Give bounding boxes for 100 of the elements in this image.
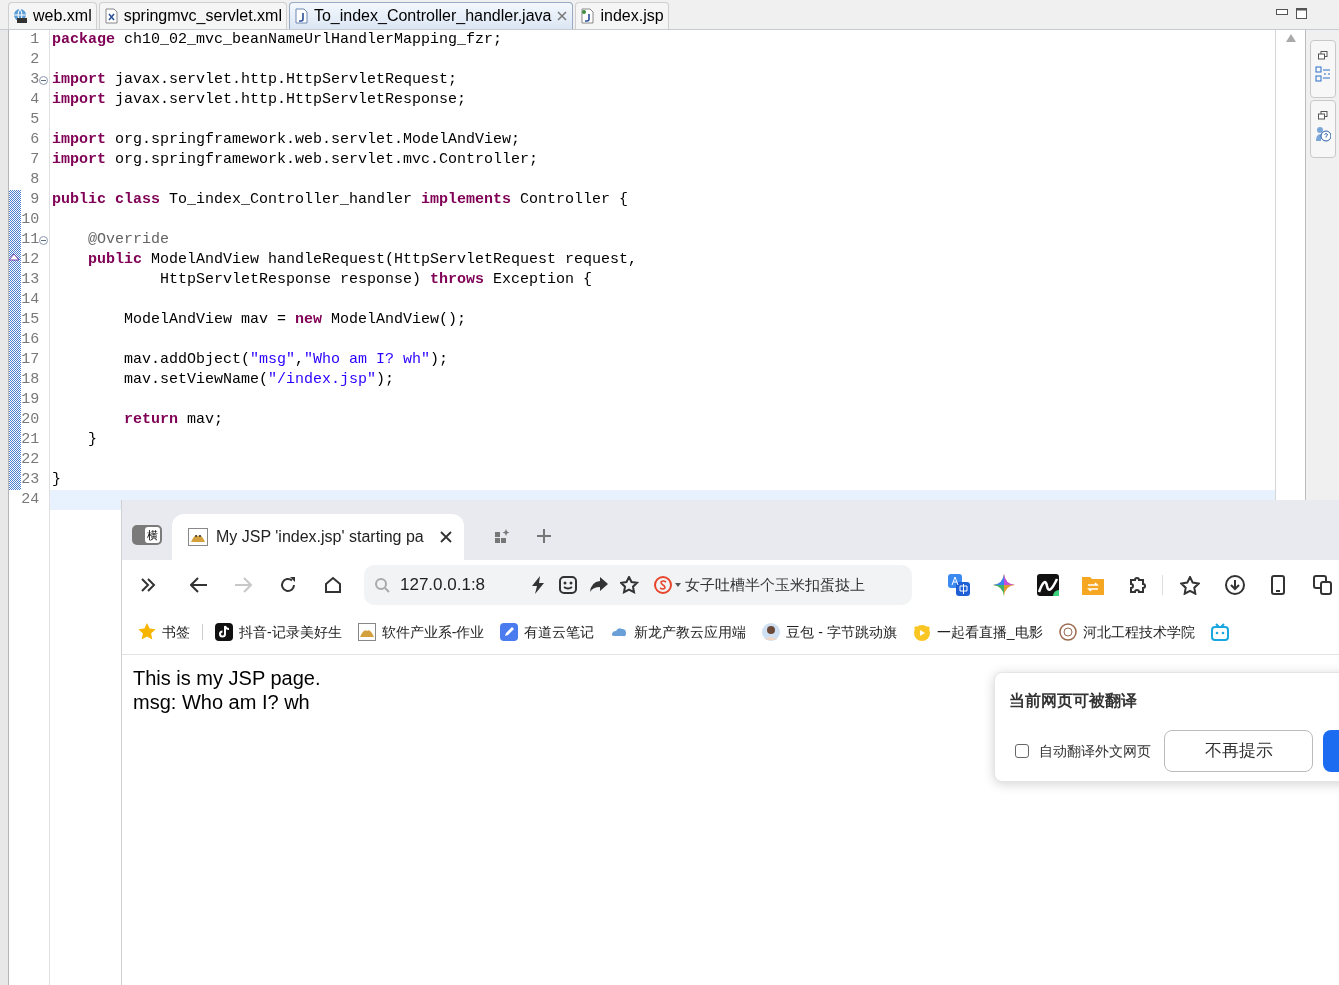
editor-tab[interactable]: springmvc_servlet.xml (98, 2, 287, 29)
line-number: 3 (29, 70, 40, 90)
tab-grid-icon[interactable] (494, 528, 510, 544)
phone-icon[interactable] (1271, 575, 1285, 595)
page-text: msg: Who am I? wh (133, 690, 310, 714)
line-number: 2 (29, 50, 40, 70)
more-chevron-icon[interactable] (140, 578, 156, 592)
code-line: public class To_index_Controller_handler implements Controller { (51, 190, 630, 210)
line-number: 9 (29, 190, 40, 210)
code-line: import javax.servlet.http.HttpServletRequest; (51, 70, 459, 90)
bookmark[interactable]: 一起看直播_电影 (912, 621, 1043, 643)
lightning-icon[interactable] (530, 576, 546, 594)
xml-file-icon (103, 8, 119, 24)
music-note-icon (215, 623, 233, 641)
popup-title: 当前网页可被翻译 (1009, 691, 1138, 711)
line-number: 15 (20, 310, 40, 330)
line-number: 17 (20, 350, 40, 370)
add-favorite-icon[interactable] (620, 576, 640, 594)
code-line: } (51, 470, 62, 490)
restore-icon[interactable] (1317, 111, 1328, 120)
line-number: 19 (20, 390, 40, 410)
code-line: ModelAndView mav = new ModelAndView(); (123, 310, 468, 330)
tv-icon (1210, 623, 1229, 641)
fold-collapse-icon[interactable] (39, 75, 49, 85)
code-line: public ModelAndView handleRequest(HttpServletRequest request, (87, 250, 639, 270)
line-number: 12 (20, 250, 40, 270)
bookmark[interactable]: 抖音-记录美好生 (215, 621, 342, 643)
smiley-icon[interactable] (559, 576, 577, 594)
bookmark[interactable]: 河北工程技术学院 (1058, 621, 1195, 643)
line-number: 4 (29, 90, 40, 110)
line-number: 13 (20, 270, 40, 290)
editor-tab[interactable]: To_index_Controller_handler.java (288, 2, 574, 29)
page-text: This is my JSP page. (133, 666, 321, 690)
code-line: } (87, 430, 98, 450)
line-number: 11 (20, 230, 40, 250)
sparkle-icon[interactable] (993, 574, 1015, 596)
search-engine-icon[interactable] (654, 576, 682, 594)
line-number: 1 (29, 30, 40, 50)
close-icon[interactable] (440, 531, 452, 543)
maximize-icon[interactable] (1296, 8, 1307, 19)
code-line: mav.addObject("msg","Who am I? wh"); (123, 350, 450, 370)
code-line: mav.setViewName("/index.jsp"); (123, 370, 396, 390)
outline-icon[interactable] (1314, 66, 1331, 82)
line-number: 8 (29, 170, 40, 190)
minimize-icon[interactable] (1276, 9, 1288, 15)
line-number: 18 (20, 370, 40, 390)
fold-collapse-icon[interactable] (39, 235, 49, 245)
line-number: 20 (20, 410, 40, 430)
pencil-note-icon (500, 623, 519, 641)
signature-app-icon[interactable] (1037, 574, 1059, 596)
tiger-play-icon (912, 623, 931, 641)
address-bar[interactable]: 127.0.0.1:8 女子吐槽半个玉米扣蛋挞上 (364, 565, 912, 605)
globe-file-icon (13, 8, 28, 24)
code-line: import org.springframework.web.servlet.ModelAndView; (51, 130, 522, 150)
bookmark[interactable]: 有道云笔记 (500, 621, 595, 643)
line-number: 22 (20, 450, 40, 470)
code-line: @Override (87, 230, 171, 250)
bookmark[interactable]: 豆包 - 字节跳动旗 (762, 621, 897, 643)
share-icon[interactable] (589, 576, 609, 594)
star-icon[interactable] (1180, 575, 1200, 595)
bookmark[interactable]: 新龙产教云应用端 (610, 621, 747, 643)
help-person-icon[interactable] (1314, 126, 1331, 142)
line-number: 21 (20, 430, 40, 450)
line-number: 10 (20, 210, 40, 230)
back-icon[interactable] (190, 577, 208, 593)
reload-icon[interactable] (279, 576, 297, 594)
code-line: HttpServletResponse response) throws Exception { (159, 270, 594, 290)
line-number: 6 (29, 130, 40, 150)
search-suggestion[interactable]: 女子吐槽半个玉米扣蛋挞上 (685, 573, 865, 597)
code-line: package ch10_02_mvc_beanNameUrlHandlerMapping_fzr; (51, 30, 504, 50)
dismiss-button[interactable]: 不再提示 (1164, 730, 1313, 772)
code-line: import javax.servlet.http.HttpServletResponse; (51, 90, 468, 110)
checkbox[interactable] (1015, 744, 1029, 758)
puzzle-icon[interactable] (1128, 575, 1148, 595)
url-text: 127.0.0.1:8 (400, 574, 487, 597)
checkbox-label[interactable]: 自动翻译外文网页 (1039, 740, 1151, 762)
code-line: import org.springframework.web.servlet.mvc.Controller; (51, 150, 540, 170)
line-number: 7 (29, 150, 40, 170)
new-tab-icon[interactable] (537, 529, 551, 543)
editor-tab[interactable]: web.xml (8, 2, 97, 29)
devices-icon[interactable] (1313, 575, 1333, 595)
line-number: 16 (20, 330, 40, 350)
restore-icon[interactable] (1317, 51, 1328, 60)
seal-icon (1058, 623, 1077, 641)
line-number: 23 (20, 470, 40, 490)
search-icon (374, 577, 390, 593)
bookmark[interactable]: 软件产业系-作业 (357, 621, 485, 643)
download-icon[interactable] (1225, 575, 1245, 595)
bookmark[interactable]: 书签 (138, 621, 190, 643)
line-number: 14 (20, 290, 40, 310)
line-number: 24 (20, 490, 40, 510)
code-line: return mav; (123, 410, 225, 430)
avatar-icon (762, 623, 781, 641)
line-number: 5 (29, 110, 40, 130)
star-icon (138, 623, 156, 641)
translate-icon[interactable] (948, 574, 970, 596)
editor-tab[interactable]: index.jsp (575, 2, 669, 29)
home-icon[interactable] (324, 576, 342, 594)
browser-tab[interactable]: My JSP 'index.jsp' starting pa (172, 514, 464, 560)
sidebar-toggle[interactable]: 横 (132, 525, 162, 545)
